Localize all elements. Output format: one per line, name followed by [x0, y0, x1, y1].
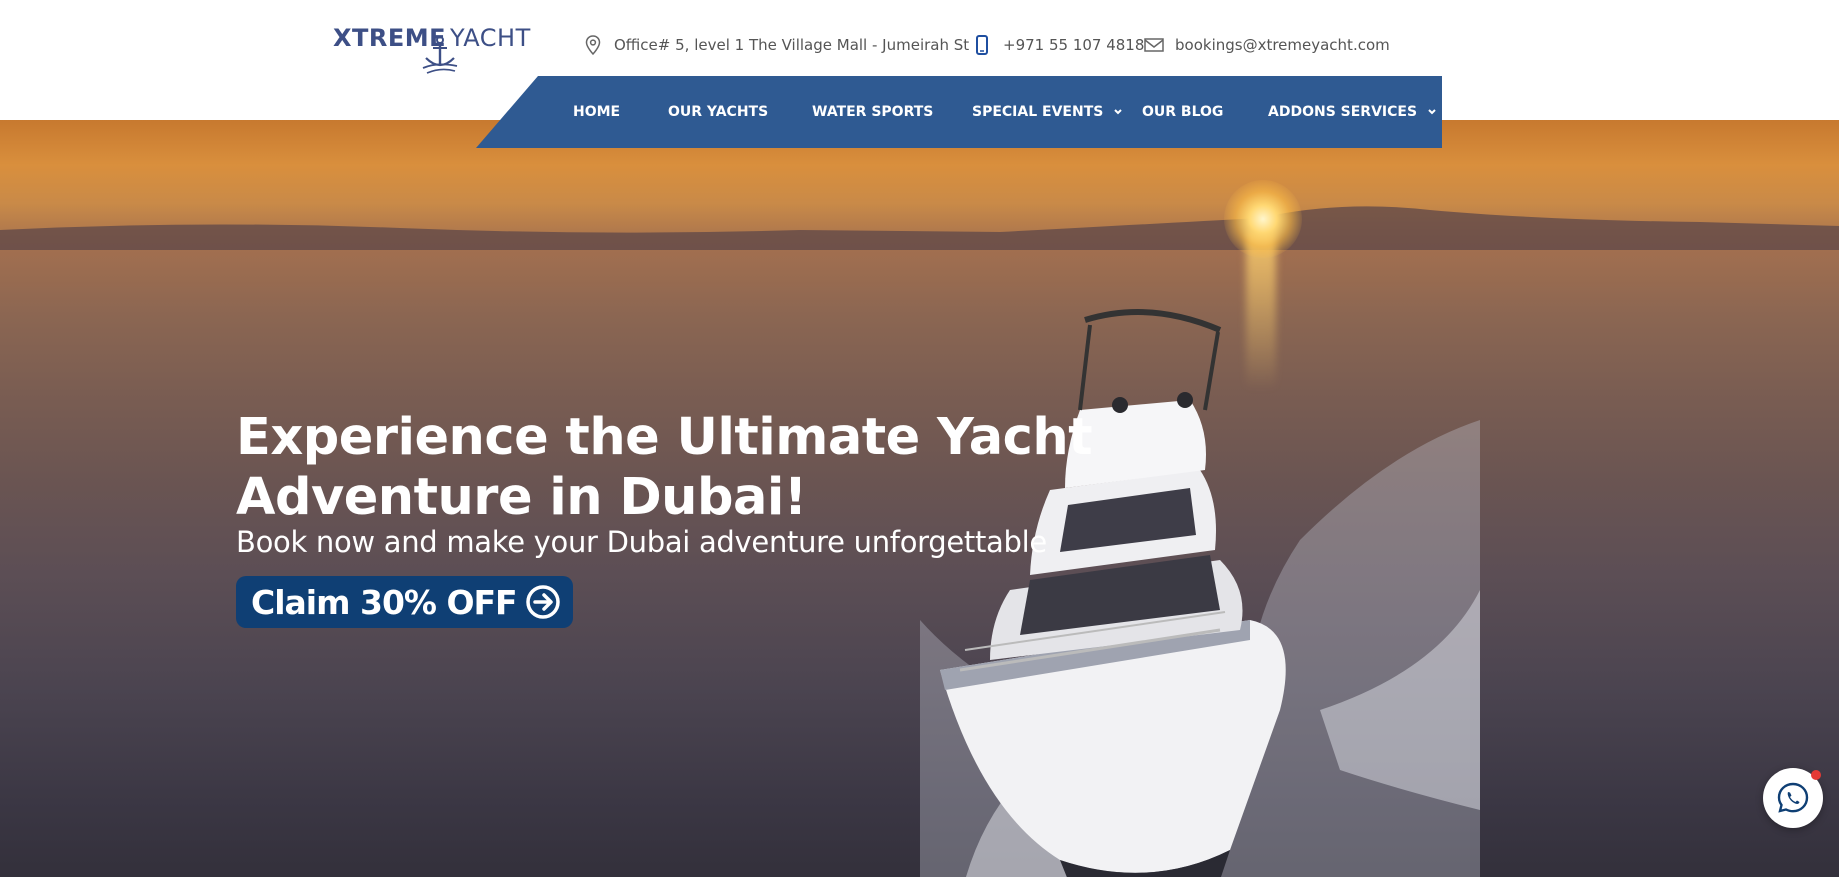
nav-item-our-yachts[interactable]: OUR YACHTS [668, 76, 768, 148]
mobile-phone-icon [971, 34, 993, 56]
nav-item-label: SPECIAL EVENTS [972, 104, 1104, 120]
address-text: Office# 5, level 1 The Village Mall - Ju… [614, 36, 970, 54]
nav-item-home[interactable]: HOME [573, 76, 620, 148]
claim-offer-label: Claim 30% OFF [251, 582, 518, 622]
claim-offer-button[interactable]: Claim 30% OFF [236, 576, 573, 628]
nav-item-our-blog[interactable]: OUR BLOG [1142, 76, 1223, 148]
email-text: bookings@xtremeyacht.com [1175, 36, 1390, 54]
contact-phone-link[interactable]: +971 55 107 4818 [971, 33, 1144, 57]
nav-item-label: OUR YACHTS [668, 104, 769, 120]
contact-address: Office# 5, level 1 The Village Mall - Ju… [582, 33, 969, 57]
hero-title: Experience the Ultimate Yacht Adventure … [236, 408, 1136, 528]
chevron-down-icon [1427, 108, 1437, 116]
site-logo[interactable]: XTREME YACHT [333, 22, 543, 78]
nav-item-label: WATER SPORTS [812, 104, 934, 120]
hero-title-line1: Experience the Ultimate Yacht [236, 408, 1093, 467]
nav-item-special-events[interactable]: SPECIAL EVENTS [972, 76, 1123, 148]
whatsapp-icon [1777, 782, 1809, 813]
hero-title-line2: Adventure in Dubai! [236, 468, 807, 527]
nav-item-label: HOME [573, 104, 621, 120]
yacht-image [920, 309, 1480, 877]
nav-item-label: OUR BLOG [1142, 104, 1224, 120]
phone-text: +971 55 107 4818 [1003, 36, 1145, 54]
envelope-icon [1143, 34, 1165, 56]
nav-item-label: ADDONS SERVICES [1268, 104, 1418, 120]
chevron-down-icon [1113, 108, 1123, 116]
hero-subtitle: Book now and make your Dubai adventure u… [236, 525, 1047, 559]
distant-hills [0, 206, 1839, 250]
notification-dot [1811, 770, 1821, 780]
nav-item-addons-services[interactable]: ADDONS SERVICES [1268, 76, 1437, 148]
whatsapp-chat-button[interactable] [1763, 768, 1823, 828]
main-nav: HOME OUR YACHTS WATER SPORTS SPECIAL EVE… [476, 76, 1442, 148]
arrow-right-circle-icon [525, 584, 561, 620]
location-pin-icon [582, 34, 604, 56]
nav-item-water-sports[interactable]: WATER SPORTS [812, 76, 933, 148]
sun [1224, 180, 1302, 258]
anchor-logo-icon [422, 36, 458, 74]
contact-email-link[interactable]: bookings@xtremeyacht.com [1143, 33, 1390, 57]
hero-section: Experience the Ultimate Yacht Adventure … [0, 120, 1839, 877]
